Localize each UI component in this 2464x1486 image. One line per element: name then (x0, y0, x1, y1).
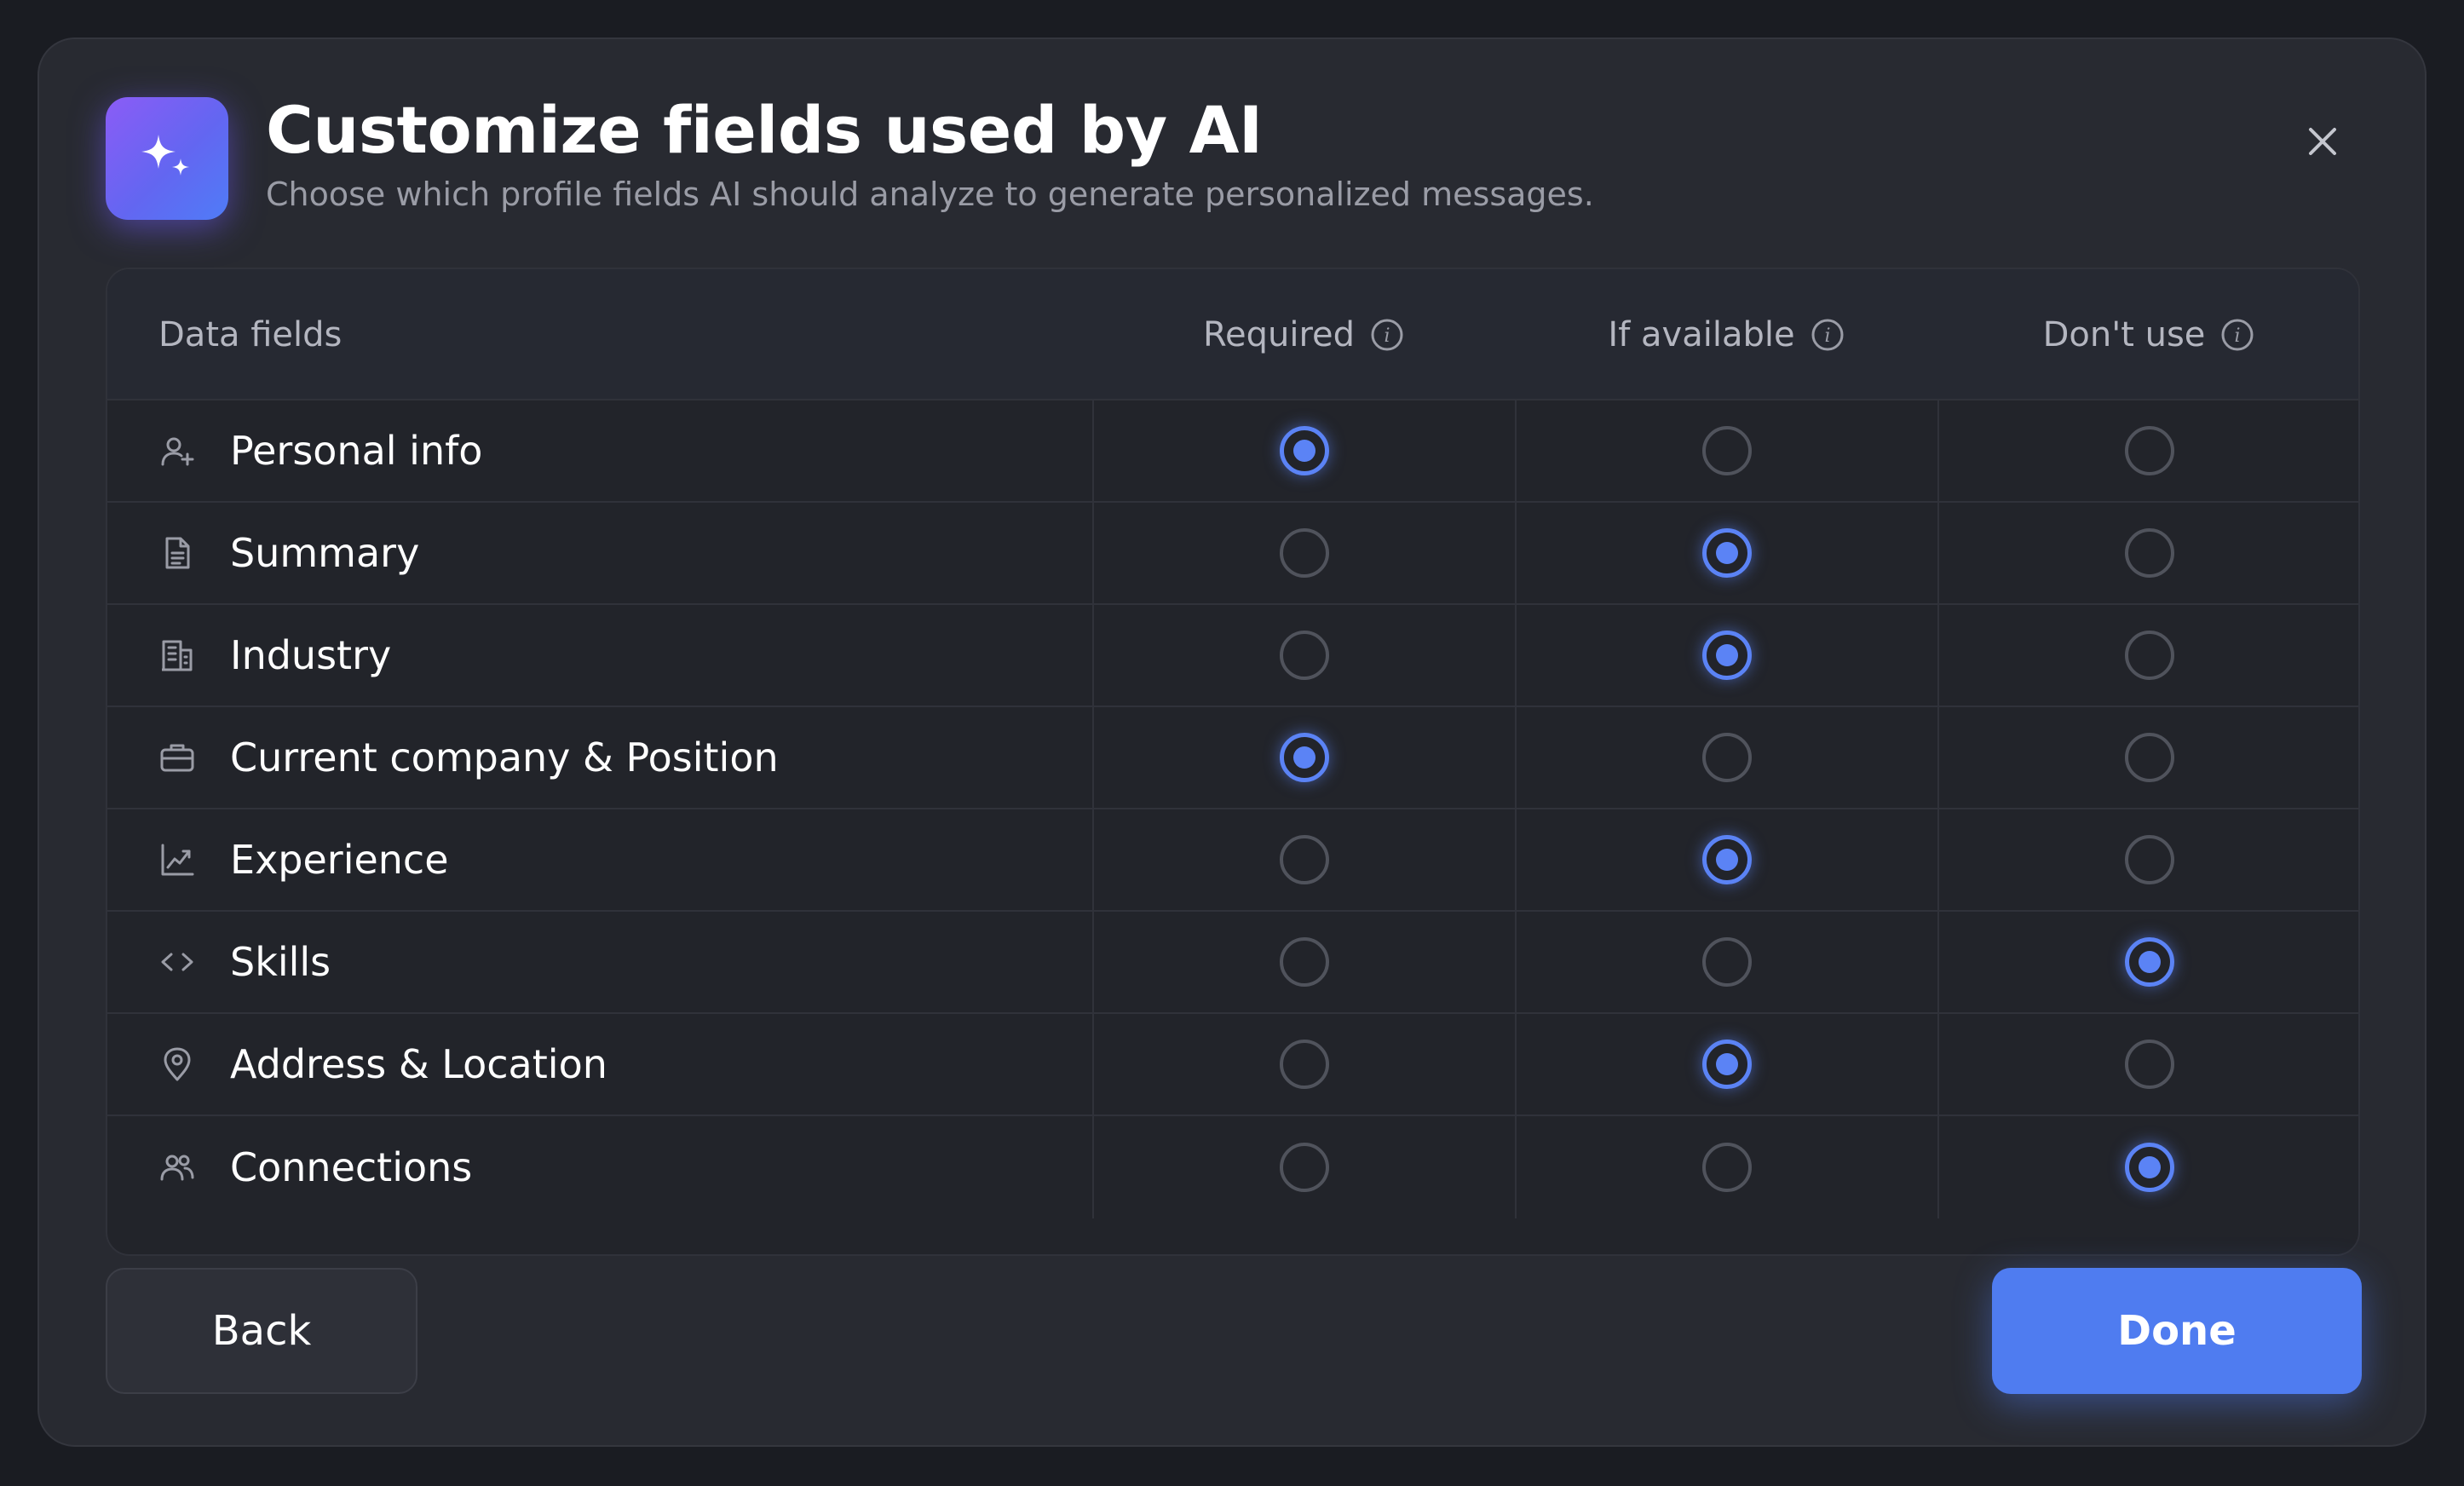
radio-if-available[interactable] (1702, 1040, 1752, 1089)
radio-dont-use[interactable] (2125, 426, 2174, 475)
map-pin-icon (158, 1045, 196, 1083)
table-row: Personal info (107, 400, 2358, 503)
field-label: Summary (230, 530, 420, 576)
fields-table: Data fields Required i If available i Do… (106, 268, 2360, 1256)
close-icon (2309, 128, 2336, 155)
field-cell: Industry (107, 605, 1092, 706)
dialog-subtitle: Choose which profile fields AI should an… (266, 176, 1594, 213)
table-row: Industry (107, 605, 2358, 707)
svg-text:i: i (2235, 325, 2241, 347)
table-row: Address & Location (107, 1014, 2358, 1116)
radio-required[interactable] (1280, 1143, 1329, 1192)
table-row: Experience (107, 809, 2358, 912)
field-cell: Connections (107, 1116, 1092, 1218)
close-button[interactable] (2299, 118, 2346, 165)
svg-text:i: i (1384, 325, 1390, 347)
field-label: Connections (230, 1144, 473, 1190)
table-row: Summary (107, 503, 2358, 605)
field-label: Personal info (230, 428, 483, 474)
field-cell: Experience (107, 809, 1092, 910)
briefcase-icon (158, 739, 196, 776)
code-icon (158, 943, 196, 981)
radio-dont-use[interactable] (2125, 1040, 2174, 1089)
field-cell: Skills (107, 912, 1092, 1012)
document-icon (158, 534, 196, 572)
header-data-fields: Data fields (158, 315, 343, 354)
field-label: Current company & Position (230, 734, 779, 780)
building-icon (158, 636, 196, 674)
radio-required[interactable] (1280, 426, 1329, 475)
user-plus-icon (158, 432, 196, 469)
radio-if-available[interactable] (1702, 528, 1752, 578)
radio-if-available[interactable] (1702, 426, 1752, 475)
field-cell: Summary (107, 503, 1092, 603)
radio-if-available[interactable] (1702, 733, 1752, 782)
dialog-title: Customize fields used by AI (266, 92, 1263, 168)
radio-dont-use[interactable] (2125, 528, 2174, 578)
field-cell: Personal info (107, 400, 1092, 501)
back-button[interactable]: Back (106, 1268, 417, 1394)
radio-if-available[interactable] (1702, 835, 1752, 884)
radio-required[interactable] (1280, 1040, 1329, 1089)
table-row: Current company & Position (107, 707, 2358, 809)
svg-text:i: i (1824, 325, 1830, 347)
info-icon[interactable]: i (1811, 318, 1845, 352)
field-label: Experience (230, 837, 449, 883)
info-icon[interactable]: i (2220, 318, 2254, 352)
table-row: Connections (107, 1116, 2358, 1218)
table-row: Skills (107, 912, 2358, 1014)
chart-line-icon (158, 841, 196, 878)
table-header: Data fields Required i If available i Do… (107, 269, 2358, 400)
radio-required[interactable] (1280, 631, 1329, 680)
radio-dont-use[interactable] (2125, 733, 2174, 782)
customize-fields-dialog: Customize fields used by AI Choose which… (37, 37, 2427, 1447)
sparkles-icon (106, 97, 228, 220)
users-icon (158, 1149, 196, 1186)
field-label: Industry (230, 632, 392, 678)
radio-dont-use[interactable] (2125, 937, 2174, 987)
radio-required[interactable] (1280, 937, 1329, 987)
radio-if-available[interactable] (1702, 631, 1752, 680)
field-cell: Current company & Position (107, 707, 1092, 808)
radio-required[interactable] (1280, 835, 1329, 884)
header-required: Required i (1092, 269, 1515, 400)
radio-dont-use[interactable] (2125, 1143, 2174, 1192)
header-if-available: If available i (1515, 269, 1937, 400)
radio-required[interactable] (1280, 733, 1329, 782)
info-icon[interactable]: i (1370, 318, 1404, 352)
radio-if-available[interactable] (1702, 937, 1752, 987)
header-dont-use: Don't use i (1937, 269, 2358, 400)
field-cell: Address & Location (107, 1014, 1092, 1114)
field-label: Address & Location (230, 1041, 607, 1087)
done-button[interactable]: Done (1992, 1268, 2362, 1394)
radio-dont-use[interactable] (2125, 835, 2174, 884)
radio-if-available[interactable] (1702, 1143, 1752, 1192)
radio-required[interactable] (1280, 528, 1329, 578)
field-label: Skills (230, 939, 331, 985)
radio-dont-use[interactable] (2125, 631, 2174, 680)
